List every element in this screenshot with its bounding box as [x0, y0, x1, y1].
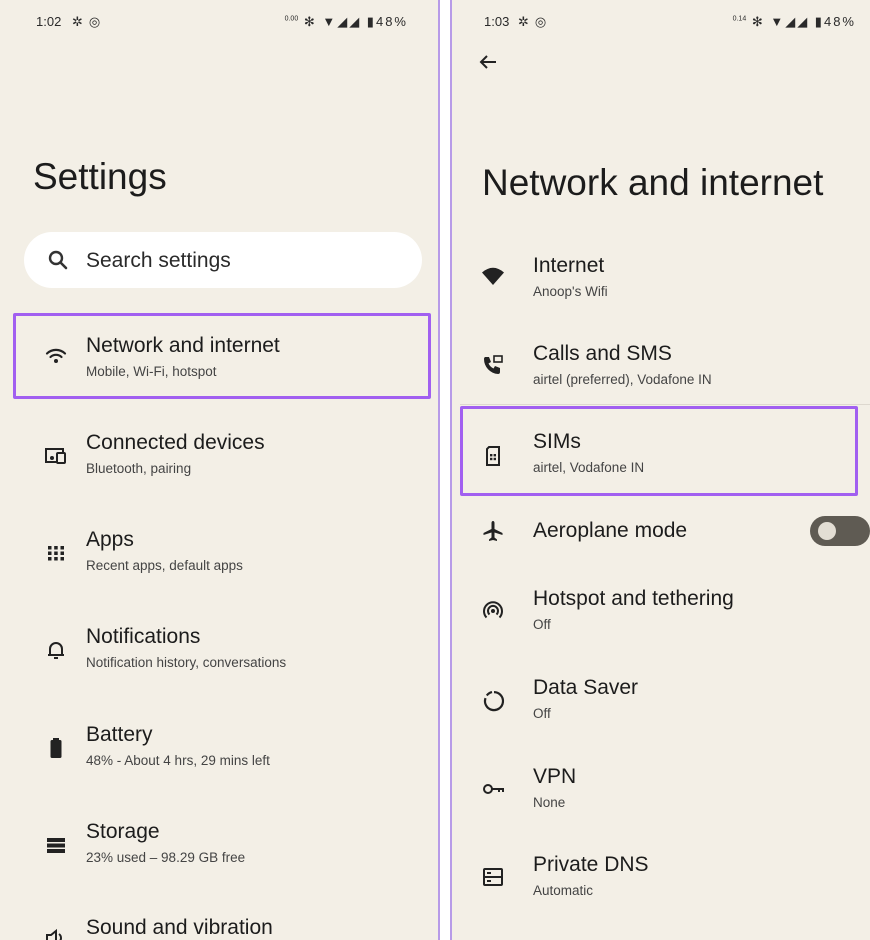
search-icon — [48, 250, 68, 270]
settings-screen: 1:02 ✲◎ 0.00 ✻ ▼◢◢ ▮48% Settings Network… — [0, 0, 438, 940]
item-subtitle: Bluetooth, pairing — [86, 461, 192, 476]
aeroplane-toggle[interactable] — [810, 516, 870, 546]
settings-item-sound[interactable]: Sound and vibration — [0, 900, 438, 940]
page-title: Settings — [33, 156, 167, 197]
settings-item-battery[interactable]: Battery 48% - About 4 hrs, 29 mins left — [0, 707, 438, 787]
item-subtitle: Off — [533, 617, 551, 632]
page-title: Network and internet — [482, 162, 824, 203]
status-notification-icons: ✲◎ — [72, 14, 107, 29]
back-arrow-icon[interactable] — [476, 50, 500, 74]
search-input[interactable] — [84, 244, 388, 278]
settings-item-network[interactable]: Network and internet Mobile, Wi-Fi, hots… — [0, 318, 438, 398]
item-title: Internet — [533, 254, 605, 277]
item-subtitle: 23% used – 98.29 GB free — [86, 850, 246, 865]
item-title: Sound and vibration — [86, 916, 273, 939]
item-title: Storage — [86, 820, 160, 843]
network-internet-screen: 1:03 ✲◎ 0.14 ✻ ▼◢◢ ▮48% Network and inte… — [452, 0, 870, 940]
item-subtitle: Off — [533, 706, 551, 721]
wifi-icon — [45, 348, 67, 363]
section-divider — [460, 404, 870, 405]
status-bar: 1:02 ✲◎ 0.00 ✻ ▼◢◢ ▮48% — [0, 12, 438, 32]
hotspot-icon — [483, 601, 503, 619]
speaker-icon — [46, 928, 62, 940]
airplane-icon — [483, 521, 503, 541]
status-system-icons: 0.00 ✻ ▼◢◢ ▮48% — [284, 14, 408, 29]
item-title: Apps — [86, 528, 134, 551]
net-speed: 0.14 — [732, 15, 747, 23]
item-subtitle: Mobile, Wi-Fi, hotspot — [86, 364, 217, 379]
bell-icon — [48, 642, 64, 659]
item-title: VPN — [533, 765, 577, 788]
settings-item-storage[interactable]: Storage 23% used – 98.29 GB free — [0, 804, 438, 884]
status-notification-icons: ✲◎ — [518, 14, 553, 29]
item-subtitle: 48% - About 4 hrs, 29 mins left — [86, 753, 270, 768]
calls-sms-icon — [483, 355, 503, 374]
network-item-private-dns[interactable]: Private DNS Automatic — [452, 837, 870, 917]
battery-percent: 48% — [375, 14, 408, 29]
status-bar: 1:03 ✲◎ 0.14 ✻ ▼◢◢ ▮48% — [452, 12, 870, 32]
item-title: Data Saver — [533, 676, 639, 699]
item-subtitle: Notification history, conversations — [86, 655, 287, 670]
item-title: Notifications — [86, 625, 201, 648]
item-title: Battery — [86, 723, 153, 746]
status-system-icons: 0.14 ✻ ▼◢◢ ▮48% — [732, 14, 856, 29]
status-time: 1:03 — [484, 14, 510, 29]
status-time: 1:02 — [36, 14, 62, 29]
search-bar[interactable] — [24, 232, 422, 288]
item-subtitle: Anoop's Wifi — [533, 284, 608, 299]
item-title: Calls and SMS — [533, 342, 672, 365]
battery-percent: 48% — [823, 14, 856, 29]
item-title: Aeroplane mode — [533, 519, 688, 542]
item-title: Connected devices — [86, 431, 265, 454]
network-item-vpn[interactable]: VPN None — [452, 749, 870, 829]
item-subtitle: airtel, Vodafone IN — [533, 460, 645, 475]
battery-icon — [50, 738, 62, 758]
network-item-sims[interactable]: SIMs airtel, Vodafone IN — [452, 414, 870, 494]
item-title: Hotspot and tethering — [533, 587, 734, 610]
item-title: SIMs — [533, 430, 581, 453]
item-title: Network and internet — [86, 334, 280, 357]
item-subtitle: Automatic — [533, 883, 594, 898]
item-subtitle: airtel (preferred), Vodafone IN — [533, 372, 712, 387]
network-item-calls-sms[interactable]: Calls and SMS airtel (preferred), Vodafo… — [452, 326, 870, 406]
data-saver-icon — [483, 691, 505, 712]
network-item-aeroplane[interactable]: Aeroplane mode — [452, 502, 870, 582]
network-item-internet[interactable]: Internet Anoop's Wifi — [452, 238, 870, 318]
toggle-knob — [818, 522, 836, 540]
settings-item-apps[interactable]: Apps Recent apps, default apps — [0, 512, 438, 592]
item-subtitle: Recent apps, default apps — [86, 558, 243, 573]
settings-item-connected-devices[interactable]: Connected devices Bluetooth, pairing — [0, 415, 438, 495]
screen-gap — [440, 0, 450, 940]
dns-icon — [483, 868, 503, 886]
item-subtitle: None — [533, 795, 566, 810]
item-title: Private DNS — [533, 853, 649, 876]
vpn-key-icon — [483, 784, 504, 794]
settings-item-notifications[interactable]: Notifications Notification history, conv… — [0, 609, 438, 689]
network-item-hotspot[interactable]: Hotspot and tethering Off — [452, 571, 870, 651]
net-speed: 0.00 — [284, 15, 299, 23]
apps-grid-icon — [48, 546, 64, 561]
storage-icon — [47, 838, 65, 853]
network-item-data-saver[interactable]: Data Saver Off — [452, 660, 870, 740]
devices-icon — [45, 448, 66, 464]
sim-card-icon — [486, 446, 500, 466]
wifi-filled-icon — [482, 267, 504, 285]
